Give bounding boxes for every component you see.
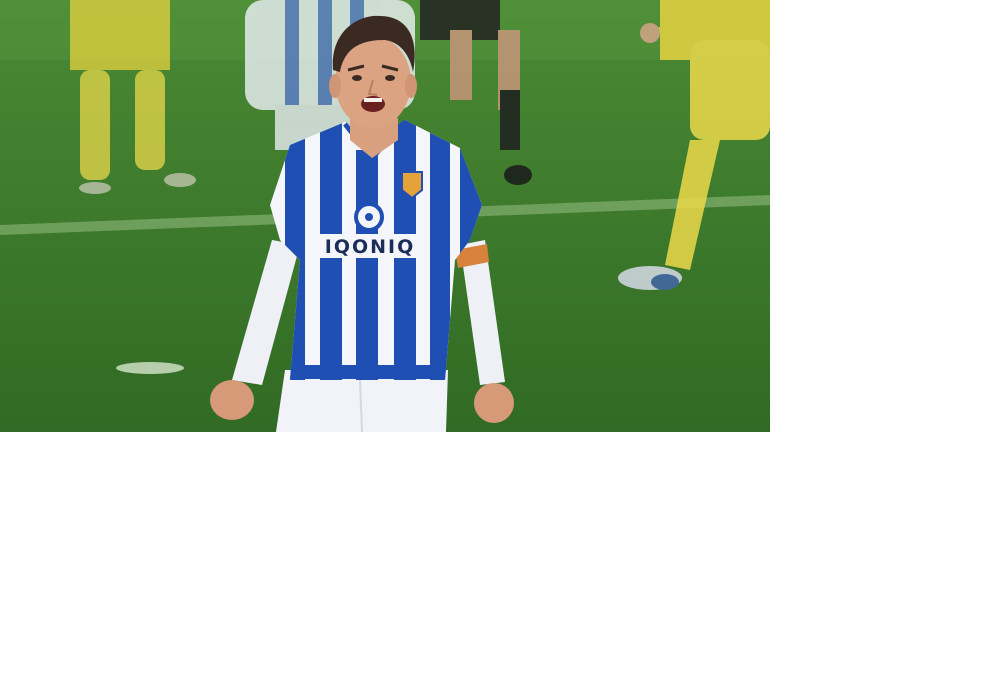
- right-fist: [474, 383, 514, 423]
- left-fist: [210, 380, 254, 420]
- sponsor-text: IQONIQ: [325, 236, 416, 258]
- photo: IQONIQ: [0, 0, 770, 432]
- pitch-spot: [116, 362, 184, 374]
